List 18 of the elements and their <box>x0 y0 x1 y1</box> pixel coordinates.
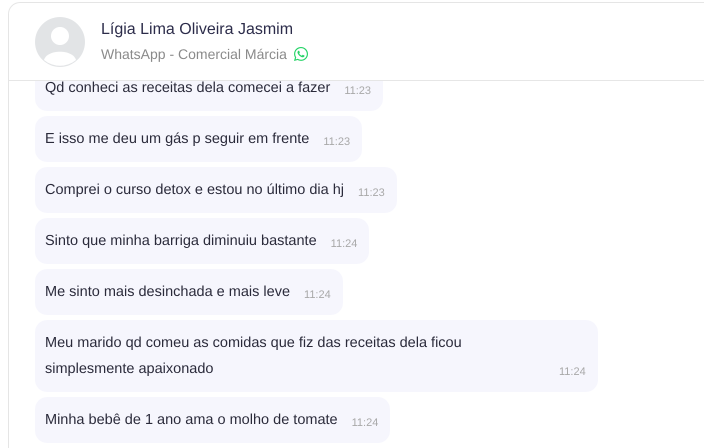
message-text: Sinto que minha barriga diminuiu bastante <box>45 232 317 251</box>
message-time: 11:24 <box>352 416 378 431</box>
message-time: 11:24 <box>559 365 586 380</box>
avatar-icon <box>35 16 85 66</box>
contact-name: Lígia Lima Oliveira Jasmim <box>101 20 294 40</box>
message-text: E isso me deu um gás p seguir em frente <box>45 130 310 149</box>
message-time: 11:23 <box>358 186 385 201</box>
message-text: Me sinto mais desinchada e mais leve <box>45 283 290 302</box>
whatsapp-icon <box>292 46 309 62</box>
message-text: Qd conheci as receitas dela comecei a fazer <box>45 81 330 98</box>
message-time: 11:23 <box>344 84 372 99</box>
message-time: 11:24 <box>304 288 331 303</box>
message-text: Comprei o curso detox e estou no último dia hj <box>45 181 344 200</box>
message-time: 11:23 <box>323 135 350 150</box>
message-time: 11:24 <box>330 237 358 252</box>
message-text: Meu marido qd comeu as comidas que fiz das receitas dela ficou simplesmente apaixonado <box>45 334 463 379</box>
channel-label: WhatsApp - Comercial Márcia <box>101 44 287 64</box>
message-text: Minha bebê de 1 ano ama o molho de tomate <box>45 411 338 430</box>
